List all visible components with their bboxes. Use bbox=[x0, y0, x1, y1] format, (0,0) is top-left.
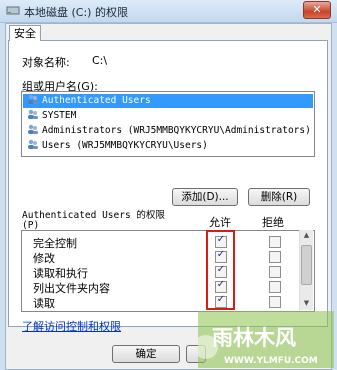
deny-column-label: 拒绝 bbox=[262, 216, 284, 229]
list-item-label: SYSTEM bbox=[42, 110, 77, 121]
list-item-users[interactable]: Users (WRJ5MMBQYKYCRYU\Users) bbox=[23, 139, 313, 153]
scroll-thumb[interactable] bbox=[301, 245, 312, 285]
scroll-down-icon[interactable]: ▼ bbox=[300, 299, 313, 307]
deny-checkbox[interactable] bbox=[269, 236, 281, 248]
groups-listbox[interactable]: Authenticated Users SYSTEM Administrator… bbox=[21, 91, 315, 157]
remove-button[interactable]: 删除(R) bbox=[248, 188, 310, 206]
users-icon bbox=[28, 124, 38, 134]
allow-column-label: 允许 bbox=[209, 216, 231, 229]
permissions-list: 完全控制 ✓ 修改 ✓ 读取和执行 ✓ 列出文件夹内容 ✓ 读取 ✓ bbox=[21, 230, 315, 312]
list-item-label: Users (WRJ5MMBQYKYCRYU\Users) bbox=[42, 140, 208, 151]
scroll-up-icon[interactable]: ▲ bbox=[300, 231, 313, 239]
deny-checkbox[interactable] bbox=[269, 296, 281, 308]
title-bar: 本地磁盘 (C:) 的权限 ✕ bbox=[0, 0, 337, 23]
list-item-authenticated-users[interactable]: Authenticated Users bbox=[23, 94, 313, 108]
object-name-value: C:\ bbox=[92, 54, 108, 67]
permission-name: 读取 bbox=[33, 297, 55, 310]
tab-security[interactable]: 安全 bbox=[9, 25, 41, 41]
list-item-administrators[interactable]: Administrators (WRJ5MMBQYKYCRYU\Administ… bbox=[23, 124, 313, 138]
list-item-system[interactable]: SYSTEM bbox=[23, 109, 313, 123]
drive-icon bbox=[6, 6, 20, 15]
users-icon bbox=[28, 109, 38, 119]
deny-checkbox[interactable] bbox=[269, 281, 281, 293]
users-icon bbox=[28, 94, 38, 104]
permission-row-full-control: 完全控制 ✓ bbox=[22, 234, 298, 250]
svg-text:WWW.YLMFU.COM: WWW.YLMFU.COM bbox=[224, 356, 318, 366]
close-button[interactable]: ✕ bbox=[303, 1, 331, 19]
watermark-logo: 雨林木风 WWW.YLMFU.COM bbox=[198, 311, 334, 368]
add-button[interactable]: 添加(D)... bbox=[172, 188, 238, 206]
permission-row-modify: 修改 ✓ bbox=[22, 249, 298, 265]
permission-row-list-folder: 列出文件夹内容 ✓ bbox=[22, 279, 298, 295]
deny-checkbox[interactable] bbox=[269, 266, 281, 278]
learn-permissions-link[interactable]: 了解访问控制和权限 bbox=[22, 318, 121, 334]
permission-row-read: 读取 ✓ bbox=[22, 294, 298, 310]
svg-text:雨林木风: 雨林木风 bbox=[212, 326, 296, 350]
list-item-label: Administrators (WRJ5MMBQYKYCRYU\Administ… bbox=[42, 125, 311, 136]
users-icon bbox=[28, 139, 38, 149]
permission-row-read-execute: 读取和执行 ✓ bbox=[22, 264, 298, 280]
ok-button[interactable]: 确定 bbox=[112, 345, 180, 363]
object-name-label: 对象名称: bbox=[22, 56, 70, 69]
list-item-label: Authenticated Users bbox=[42, 95, 151, 106]
permissions-scrollbar[interactable]: ▲ ▼ bbox=[299, 230, 313, 310]
highlight-box bbox=[206, 230, 235, 310]
permissions-header: Authenticated Users 的权限 bbox=[22, 210, 165, 221]
deny-checkbox[interactable] bbox=[269, 251, 281, 263]
window-title: 本地磁盘 (C:) 的权限 bbox=[24, 6, 128, 19]
